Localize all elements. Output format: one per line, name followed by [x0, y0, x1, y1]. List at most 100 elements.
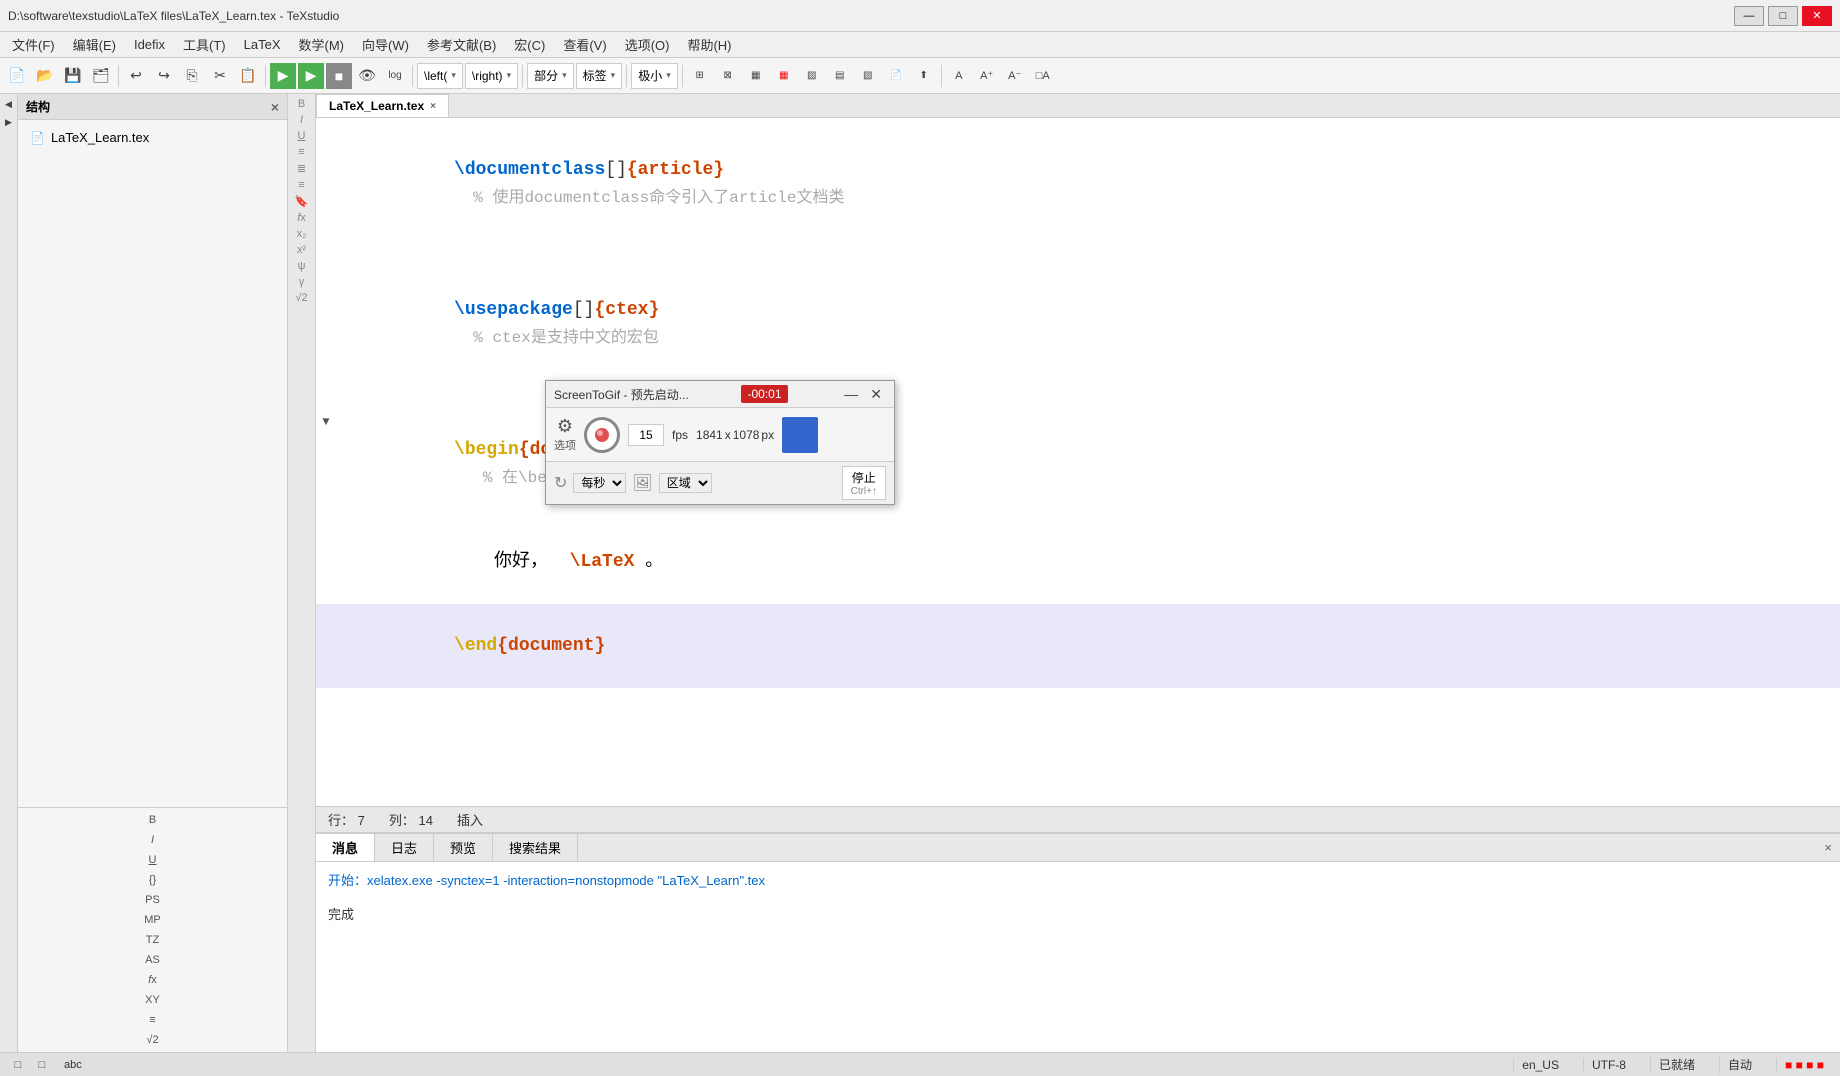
view-button[interactable]: 👁	[354, 63, 380, 89]
format-a-button[interactable]: A	[946, 63, 972, 89]
editor-tab-close[interactable]: ×	[430, 101, 436, 112]
gutter-superscript[interactable]: x²	[297, 244, 306, 256]
gutter-fx[interactable]: fx	[297, 212, 306, 224]
gutter-i[interactable]: I	[300, 114, 303, 126]
stg-width[interactable]: 1841	[696, 428, 723, 442]
format-small-a-button[interactable]: A⁻	[1002, 63, 1028, 89]
menu-idefix[interactable]: Idefix	[126, 35, 173, 54]
stg-fps-input[interactable]	[628, 424, 664, 446]
stg-minimize-button[interactable]: —	[840, 386, 862, 403]
menu-macro[interactable]: 宏(C)	[506, 33, 553, 56]
status-encoding[interactable]: UTF-8	[1583, 1058, 1634, 1072]
bottom-tab-preview[interactable]: 预览	[434, 834, 493, 861]
stop-button[interactable]: ■	[326, 63, 352, 89]
menu-wizard[interactable]: 向导(W)	[354, 33, 417, 56]
status-locale[interactable]: en_US	[1513, 1058, 1567, 1072]
menu-view[interactable]: 查看(V)	[555, 33, 614, 56]
sym-mp[interactable]: MP	[142, 912, 163, 928]
menu-math[interactable]: 数学(M)	[291, 33, 353, 56]
status-left-btn1[interactable]: □	[8, 1055, 28, 1075]
menu-file[interactable]: 文件(F)	[4, 33, 63, 56]
gutter-align2[interactable]: ≣	[297, 162, 306, 175]
gutter-arrow[interactable]: ψ	[298, 260, 306, 272]
sym-b[interactable]: B	[147, 812, 158, 828]
status-mode[interactable]: 自动	[1719, 1056, 1760, 1073]
cut-button[interactable]: ✂	[207, 63, 233, 89]
sym-i[interactable]: I	[149, 832, 156, 848]
status-left-btn2[interactable]: □	[32, 1055, 52, 1075]
gutter-subscript[interactable]: x₂	[297, 228, 307, 240]
stg-settings-button[interactable]: ⚙ 选项	[554, 416, 576, 453]
gutter-align3[interactable]: ≡	[298, 179, 304, 191]
line-fold-5[interactable]: ▼	[316, 408, 336, 436]
sym-ps[interactable]: PS	[143, 892, 162, 908]
structure-file-item[interactable]: 📄 LaTeX_Learn.tex	[26, 128, 279, 147]
menu-options[interactable]: 选项(O)	[617, 33, 678, 56]
compile-view-button[interactable]: ▶	[298, 63, 324, 89]
math-row-del-button[interactable]: ▧	[855, 63, 881, 89]
editor-tab-main[interactable]: LaTeX_Learn.tex ×	[316, 94, 449, 117]
format-big-a-button[interactable]: A⁺	[974, 63, 1000, 89]
bottom-panel-close-button[interactable]: ×	[1816, 836, 1840, 859]
right-paren-dropdown[interactable]: \right) ▾	[465, 63, 518, 89]
sym-xy[interactable]: XY	[143, 992, 162, 1008]
math-grid-button[interactable]: ⊞	[687, 63, 713, 89]
math-table-button[interactable]: ⊠	[715, 63, 741, 89]
sym-braces[interactable]: {}	[147, 872, 158, 888]
log-view-button[interactable]: log	[382, 63, 408, 89]
open-button[interactable]: 📂	[32, 63, 58, 89]
undo-button[interactable]: ↩	[123, 63, 149, 89]
gutter-arrow2[interactable]: γ	[299, 276, 305, 288]
sym-as[interactable]: AS	[143, 952, 162, 968]
math-red-button[interactable]: ▦	[771, 63, 797, 89]
nav-back-button[interactable]: ◀	[1, 96, 17, 112]
label-dropdown[interactable]: 标签 ▾	[576, 63, 623, 89]
sym-tz[interactable]: TZ	[144, 932, 161, 948]
menu-help[interactable]: 帮助(H)	[679, 33, 739, 56]
tiny-dropdown[interactable]: 极小 ▾	[631, 63, 678, 89]
gutter-b[interactable]: B	[298, 98, 305, 110]
redo-button[interactable]: ↪	[151, 63, 177, 89]
sym-list[interactable]: ≡	[147, 1012, 157, 1028]
stg-record-button[interactable]	[584, 417, 620, 453]
compile-button[interactable]: ▶	[270, 63, 296, 89]
structure-close-button[interactable]: ×	[271, 99, 279, 115]
bottom-tab-log[interactable]: 日志	[375, 834, 434, 861]
stg-interval-select[interactable]: 每秒	[573, 473, 626, 493]
format-box-button[interactable]: □A	[1030, 63, 1056, 89]
nav-forward-button[interactable]: ▶	[1, 114, 17, 130]
pdf-button[interactable]: 📄	[883, 63, 909, 89]
gutter-bookmark[interactable]: 🔖	[295, 195, 309, 208]
new-button[interactable]: 📄	[4, 63, 30, 89]
maximize-button[interactable]: □	[1768, 6, 1798, 26]
export-button[interactable]: ⬆	[911, 63, 937, 89]
math-fmt-button[interactable]: ▨	[799, 63, 825, 89]
paste-button[interactable]: 📋	[235, 63, 261, 89]
gutter-align[interactable]: ≡	[298, 146, 304, 158]
menu-tools[interactable]: 工具(T)	[175, 33, 234, 56]
sym-fx[interactable]: fx	[146, 972, 159, 988]
sym-u[interactable]: U	[147, 852, 159, 868]
save-button[interactable]: 💾	[60, 63, 86, 89]
menu-latex[interactable]: LaTeX	[236, 35, 289, 54]
close-button[interactable]: ✕	[1802, 6, 1832, 26]
minimize-button[interactable]: —	[1734, 6, 1764, 26]
part-dropdown[interactable]: 部分 ▾	[527, 63, 574, 89]
copy-button[interactable]: ⎘	[179, 63, 205, 89]
math-col-button[interactable]: ▤	[827, 63, 853, 89]
menu-references[interactable]: 参考文献(B)	[419, 33, 504, 56]
gutter-sqrt[interactable]: √2	[295, 292, 307, 304]
stg-color-button[interactable]	[782, 417, 818, 453]
sym-sqrt2[interactable]: √2	[144, 1032, 160, 1048]
save-all-button[interactable]: 🗂	[88, 63, 114, 89]
stg-stop-button[interactable]: 停止 Ctrl+↑	[842, 466, 886, 500]
left-paren-dropdown[interactable]: \left( ▾	[417, 63, 463, 89]
stg-area-select[interactable]: 区域	[659, 473, 712, 493]
stg-height[interactable]: 1078	[733, 428, 760, 442]
bottom-tab-messages[interactable]: 消息	[316, 834, 375, 861]
menu-edit[interactable]: 编辑(E)	[65, 33, 124, 56]
math-border-button[interactable]: ▦	[743, 63, 769, 89]
bottom-tab-search[interactable]: 搜索结果	[493, 834, 578, 861]
gutter-u[interactable]: U	[298, 130, 306, 142]
stg-close-button[interactable]: ✕	[866, 386, 886, 403]
